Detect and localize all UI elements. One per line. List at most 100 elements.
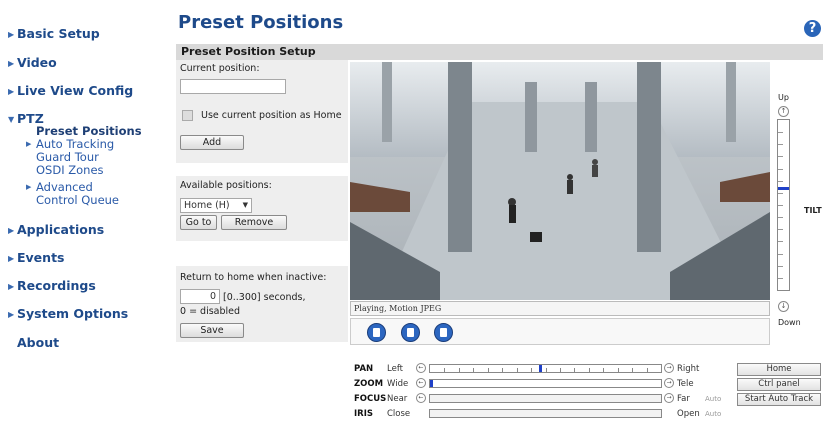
pan-slider[interactable] — [429, 364, 662, 373]
pan-left-icon[interactable]: ← — [416, 363, 426, 373]
start-auto-track-button[interactable]: Start Auto Track — [737, 393, 821, 406]
add-button[interactable]: Add — [180, 135, 244, 150]
current-position-input[interactable] — [180, 79, 286, 94]
tilt-up-icon[interactable]: ↑ — [778, 106, 789, 117]
pan-tick — [502, 368, 503, 372]
pan-tick — [444, 368, 445, 372]
focus-max-label: Far — [677, 394, 690, 404]
iris-auto-label[interactable]: Auto — [705, 410, 721, 418]
home-button[interactable]: Home — [737, 363, 821, 376]
nav-preset-positions[interactable]: Preset Positions — [36, 125, 142, 137]
tilt-down-icon[interactable]: ↓ — [778, 301, 789, 312]
zoom-slider-thumb[interactable] — [430, 380, 433, 387]
pan-min-label: Left — [387, 364, 403, 374]
tilt-tick — [778, 156, 783, 157]
tilt-slider-thumb[interactable] — [778, 187, 789, 190]
nav-label: Video — [17, 55, 57, 70]
nav-control-queue[interactable]: Control Queue — [36, 194, 119, 206]
focus-slider[interactable] — [429, 394, 662, 403]
nav-live-view-config[interactable]: ▶ Live View Config — [8, 83, 133, 98]
pan-tick — [632, 368, 633, 372]
chevron-right-icon: ▶ — [8, 282, 15, 291]
use-home-label: Use current position as Home — [201, 110, 342, 121]
tilt-tick — [778, 205, 783, 206]
tilt-slider[interactable] — [777, 119, 790, 291]
tilt-tick — [778, 193, 783, 194]
nav-applications[interactable]: ▶ Applications — [8, 222, 104, 237]
pan-slider-thumb[interactable] — [539, 365, 542, 372]
nav-label: Events — [17, 250, 65, 265]
chevron-down-icon: ▼ — [8, 115, 15, 124]
snapshot-icon[interactable] — [401, 323, 420, 342]
nav-advanced[interactable]: Advanced — [36, 181, 93, 193]
tilt-tick — [778, 217, 783, 218]
chevron-right-icon: ▶ — [26, 140, 32, 148]
tilt-tick — [778, 181, 783, 182]
nav-video[interactable]: ▶ Video — [8, 55, 57, 70]
help-icon[interactable]: ? — [804, 20, 821, 37]
available-positions-panel: Available positions: Home (H) ▼ Go to Rem… — [176, 176, 348, 241]
zoom-slider[interactable] — [429, 379, 662, 388]
use-home-checkbox[interactable] — [182, 110, 193, 121]
save-button[interactable]: Save — [180, 323, 244, 338]
available-positions-label: Available positions: — [180, 180, 272, 191]
tilt-tick — [778, 254, 783, 255]
tilt-tick — [778, 229, 783, 230]
available-positions-select[interactable]: Home (H) ▼ — [180, 198, 252, 213]
nav-recordings[interactable]: ▶ Recordings — [8, 278, 96, 293]
live-video-view[interactable] — [350, 62, 770, 300]
zoom-wide-icon[interactable]: ← — [416, 378, 426, 388]
video-status-bar: Playing, Motion JPEG — [350, 301, 770, 316]
goto-button[interactable]: Go to — [180, 215, 217, 230]
stop-icon[interactable] — [367, 323, 386, 342]
pan-tick — [488, 368, 489, 372]
tilt-up-label: Up — [778, 93, 789, 102]
chevron-right-icon: ▶ — [8, 59, 15, 68]
camera-image — [350, 62, 770, 300]
return-seconds-input[interactable]: 0 — [180, 289, 220, 304]
nav-label: Basic Setup — [17, 26, 100, 41]
page-title: Preset Positions — [178, 12, 344, 33]
nav-basic-setup[interactable]: ▶ Basic Setup — [8, 26, 100, 41]
current-position-label: Current position: — [180, 63, 260, 74]
iris-label: IRIS — [354, 409, 373, 419]
nav-guard-tour[interactable]: Guard Tour — [36, 151, 99, 163]
chevron-right-icon: ▶ — [8, 226, 15, 235]
pan-tick — [459, 368, 460, 372]
nav-osdi-zones[interactable]: OSDI Zones — [36, 164, 104, 176]
focus-auto-label[interactable]: Auto — [705, 395, 721, 403]
zoom-max-label: Tele — [677, 379, 694, 389]
nav-system-options[interactable]: ▶ System Options — [8, 306, 128, 321]
pan-max-label: Right — [677, 364, 700, 374]
focus-min-label: Near — [387, 394, 408, 404]
focus-far-icon[interactable]: → — [664, 393, 674, 403]
nav-auto-tracking[interactable]: Auto Tracking — [36, 138, 114, 150]
focus-near-icon[interactable]: ← — [416, 393, 426, 403]
ctrl-panel-button[interactable]: Ctrl panel — [737, 378, 821, 391]
pan-tick — [473, 368, 474, 372]
video-control-bar — [350, 318, 770, 345]
chevron-right-icon: ▶ — [8, 254, 15, 263]
tilt-tick — [778, 266, 783, 267]
zoom-min-label: Wide — [387, 379, 409, 389]
chevron-right-icon: ▶ — [8, 30, 15, 39]
remove-button[interactable]: Remove — [221, 215, 287, 230]
nav-events[interactable]: ▶ Events — [8, 250, 64, 265]
pan-tick — [589, 368, 590, 372]
disabled-note: 0 = disabled — [180, 306, 241, 317]
iris-max-label: Open — [677, 409, 700, 419]
return-unit-label: [0..300] seconds, — [223, 292, 306, 303]
iris-slider[interactable] — [429, 409, 662, 418]
tilt-down-label: Down — [778, 318, 801, 327]
pan-tick — [546, 368, 547, 372]
zoom-tele-icon[interactable]: → — [664, 378, 674, 388]
pan-tick — [603, 368, 604, 372]
pan-right-icon[interactable]: → — [664, 363, 674, 373]
nav-label: Live View Config — [17, 83, 134, 98]
nav-about[interactable]: About — [17, 335, 59, 350]
pan-tick — [647, 368, 648, 372]
tilt-tick — [778, 132, 783, 133]
save-snapshot-icon[interactable] — [434, 323, 453, 342]
focus-label: FOCUS — [354, 394, 387, 404]
return-home-label: Return to home when inactive: — [180, 272, 327, 283]
